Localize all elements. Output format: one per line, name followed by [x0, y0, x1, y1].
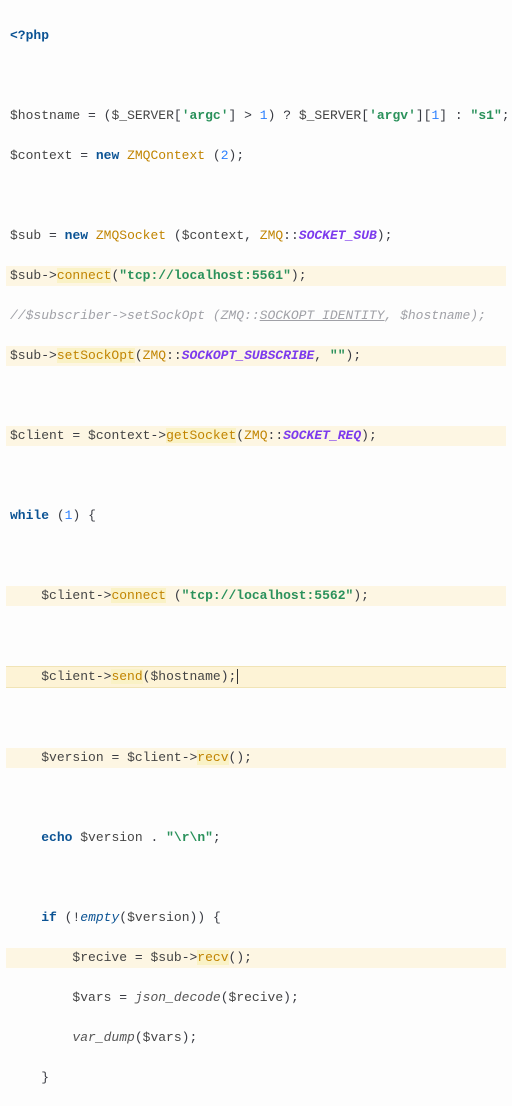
code-line: $recive = $sub->recv();: [6, 948, 506, 968]
code-line: $context = new ZMQContext (2);: [6, 146, 506, 166]
code-line: [6, 626, 506, 646]
code-line: $sub = new ZMQSocket ($context, ZMQ::SOC…: [6, 226, 506, 246]
code-line-current: $client->send($hostname);: [6, 666, 506, 688]
code-line: $sub->setSockOpt(ZMQ::SOCKOPT_SUBSCRIBE,…: [6, 346, 506, 366]
code-line: [6, 546, 506, 566]
text-cursor: [237, 669, 238, 684]
code-line: [6, 788, 506, 808]
code-line: $hostname = ($_SERVER['argc'] > 1) ? $_S…: [6, 106, 506, 126]
code-line: if (!empty($version)) {: [6, 908, 506, 928]
code-line: [6, 868, 506, 888]
code-line: [6, 386, 506, 406]
code-line: //$subscriber->setSockOpt (ZMQ::SOCKOPT_…: [6, 306, 506, 326]
code-line: $vars = json_decode($recive);: [6, 988, 506, 1008]
code-line: }: [6, 1068, 506, 1088]
code-line: [6, 186, 506, 206]
code-line: <?php: [6, 26, 506, 46]
code-line: echo $version . "\r\n";: [6, 828, 506, 848]
code-line: $sub->connect("tcp://localhost:5561");: [6, 266, 506, 286]
code-line: while (1) {: [6, 506, 506, 526]
code-line: [6, 66, 506, 86]
code-line: $client = $context->getSocket(ZMQ::SOCKE…: [6, 426, 506, 446]
code-line: [6, 466, 506, 486]
code-line: $client->connect ("tcp://localhost:5562"…: [6, 586, 506, 606]
code-line: $version = $client->recv();: [6, 748, 506, 768]
php-open-tag: <?php: [10, 28, 49, 43]
code-line: var_dump($vars);: [6, 1028, 506, 1048]
code-editor[interactable]: <?php $hostname = ($_SERVER['argc'] > 1)…: [0, 0, 512, 1106]
code-line: [6, 708, 506, 728]
